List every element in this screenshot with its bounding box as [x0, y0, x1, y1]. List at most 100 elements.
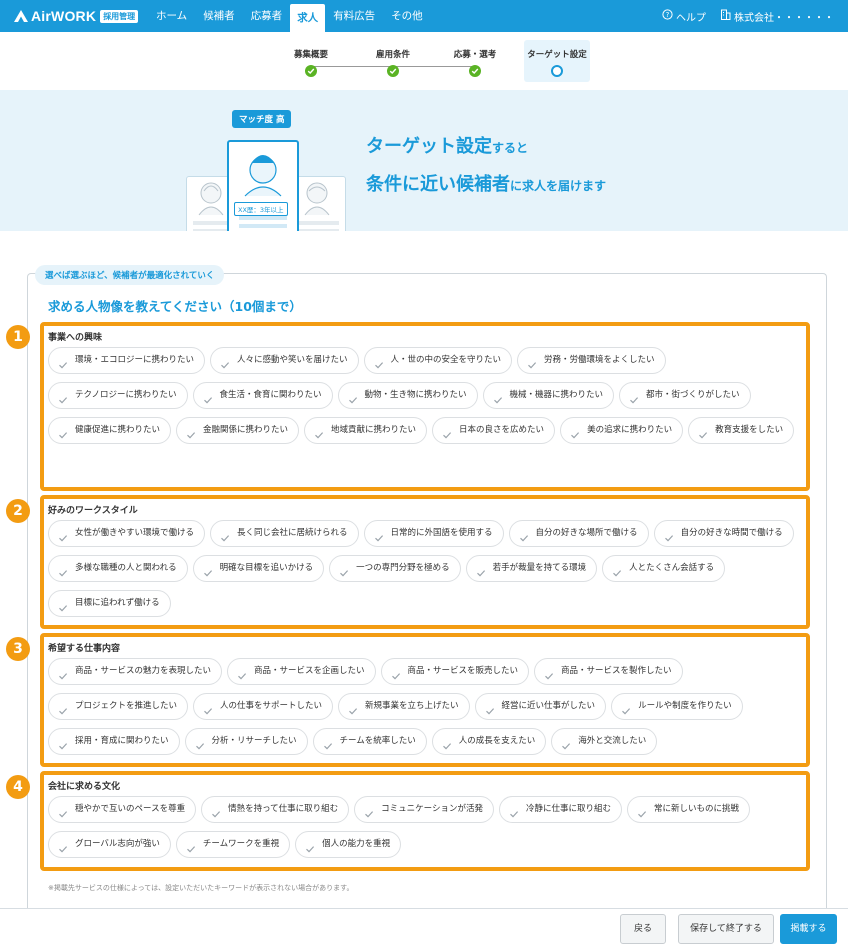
keyword-chip[interactable]: 穏やかで互いのペースを尊重	[48, 796, 197, 823]
keyword-chip[interactable]: 新規事業を立ち上げたい	[338, 693, 470, 720]
keyword-chip[interactable]: 金融関係に携わりたい	[176, 417, 300, 444]
nav-item-candidates[interactable]: 候補者	[195, 0, 243, 32]
keyword-chip[interactable]: 明確な目標を追いかける	[192, 555, 325, 582]
step-connector	[393, 66, 475, 67]
keyword-chip[interactable]: 自分の好きな時間で働ける	[653, 520, 794, 547]
keyword-chip[interactable]: グローバル志向が強い	[48, 831, 171, 858]
nav-item-applicants[interactable]: 応募者	[243, 0, 291, 32]
keyword-chip[interactable]: 健康促進に携わりたい	[48, 417, 172, 444]
keyword-chip[interactable]: 食生活・食育に関わりたい	[192, 382, 333, 409]
keyword-chip[interactable]: 採用・育成に関わりたい	[48, 728, 180, 755]
logo[interactable]: AirWORK 採用管理	[14, 8, 142, 24]
step-overview[interactable]: 募集概要	[270, 40, 393, 82]
keyword-chip[interactable]: 分析・リサーチしたい	[184, 728, 308, 755]
chip-label: 環境・エコロジーに携わりたい	[75, 355, 195, 365]
keyword-chip[interactable]: 人・世の中の安全を守りたい	[363, 347, 513, 374]
keyword-chip[interactable]: 環境・エコロジーに携わりたい	[48, 347, 206, 374]
match-badge: マッチ度 高	[232, 110, 292, 128]
chip-label: 労務・労働環境をよくしたい	[544, 355, 655, 365]
hero-line-1: ターゲット設定すると	[366, 136, 529, 157]
company-menu[interactable]: 株式会社・・・・・・	[720, 9, 834, 24]
chip-list: 環境・エコロジーに携わりたい 人々に感動や笑いを届けたい 人・世の中の安全を守りたい…	[48, 347, 804, 452]
check-icon	[203, 564, 213, 576]
keyword-chip[interactable]: 人の仕事をサポートしたい	[193, 693, 334, 720]
keyword-chip[interactable]: チームワークを重視	[175, 831, 291, 858]
nav-item-home[interactable]: ホーム	[148, 0, 195, 32]
keyword-chip[interactable]: 商品・サービスを販売したい	[380, 658, 530, 685]
keyword-chip[interactable]: 海外と交流したい	[551, 728, 658, 755]
check-icon	[58, 529, 68, 541]
nav-item-jobs[interactable]: 求人	[290, 4, 326, 32]
keyword-chip[interactable]: 動物・生き物に携わりたい	[337, 382, 478, 409]
keyword-chip[interactable]: 商品・サービスを製作したい	[534, 658, 683, 685]
keyword-chip[interactable]: 人の成長を支えたい	[431, 728, 547, 755]
keyword-chip[interactable]: 多様な職種の人と関われる	[48, 555, 188, 582]
chip-label: グローバル志向が強い	[75, 839, 160, 849]
check-icon	[186, 840, 196, 852]
chip-label: 目標に追われず働ける	[75, 598, 160, 608]
help-link[interactable]: ? ヘルプ	[662, 9, 706, 24]
hero-line-2: 条件に近い候補者に求人を届けます	[366, 174, 607, 195]
save-exit-button[interactable]: 保存して終了する	[678, 914, 774, 944]
current-step-icon	[551, 65, 563, 77]
back-button[interactable]: 戻る	[620, 914, 666, 944]
keyword-chip[interactable]: 都市・街づくりがしたい	[619, 382, 751, 409]
keyword-chip[interactable]: ルールや制度を作りたい	[611, 693, 743, 720]
keyword-chip[interactable]: 女性が働きやすい環境で働ける	[48, 520, 206, 547]
section-title: 好みのワークスタイル	[48, 506, 138, 516]
logo-badge: 採用管理	[100, 9, 139, 23]
step-label: ターゲット設定	[527, 50, 587, 60]
chip-label: 女性が働きやすい環境で働ける	[75, 528, 195, 538]
check-icon	[220, 529, 230, 541]
keyword-chip[interactable]: 常に新しいものに挑戦	[627, 796, 751, 823]
keyword-chip[interactable]: 地域貢献に携わりたい	[304, 417, 428, 444]
keyword-chip[interactable]: チームを統率したい	[312, 728, 427, 755]
step-target[interactable]: ターゲット設定	[524, 40, 590, 82]
keyword-chip[interactable]: 冷静に仕事に取り組む	[499, 796, 623, 823]
keyword-chip[interactable]: 目標に追われず働ける	[48, 590, 171, 617]
step-application[interactable]: 応募・選考	[434, 40, 516, 82]
keyword-chip[interactable]: 美の追求に携わりたい	[560, 417, 684, 444]
keyword-chip[interactable]: 経営に近い仕事がしたい	[474, 693, 607, 720]
chip-label: テクノロジーに携わりたい	[75, 390, 177, 400]
section-title: 希望する仕事内容	[48, 644, 121, 654]
step-employment[interactable]: 雇用条件	[352, 40, 475, 82]
nav-item-paid-ads[interactable]: 有料広告	[325, 0, 383, 32]
check-icon	[314, 426, 324, 438]
keyword-chip[interactable]: 日本の良さを広めたい	[432, 417, 556, 444]
company-name: 株式会社・・・・・・	[734, 12, 834, 24]
check-icon	[387, 65, 399, 77]
chip-label: 都市・街づくりがしたい	[646, 390, 740, 400]
keyword-chip[interactable]: コミュニケーションが活発	[354, 796, 494, 823]
keyword-chip[interactable]: 教育支援をしたい	[688, 417, 795, 444]
keyword-chip[interactable]: 日常的に外国語を使用する	[363, 520, 504, 547]
chip-list: 商品・サービスの魅力を表現したい 商品・サービスを企画したい 商品・サービスを販売し…	[48, 658, 804, 763]
keyword-chip[interactable]: テクノロジーに携わりたい	[48, 382, 188, 409]
check-icon	[485, 702, 495, 714]
check-icon	[323, 737, 333, 749]
keyword-chip[interactable]: 長く同じ会社に居続けられる	[210, 520, 359, 547]
keyword-chip[interactable]: 個人の能力を重視	[295, 831, 402, 858]
chip-label: 日常的に外国語を使用する	[390, 528, 493, 538]
person-icon	[239, 155, 287, 228]
logo-mark-icon	[14, 10, 28, 22]
keyword-chip[interactable]: プロジェクトを推進したい	[48, 693, 189, 720]
nav-item-other[interactable]: その他	[383, 0, 431, 32]
keyword-chip[interactable]: 商品・サービスの魅力を表現したい	[48, 658, 223, 685]
keyword-chip[interactable]: 若手が裁量を持てる環境	[465, 555, 598, 582]
keyword-chip[interactable]: 自分の好きな場所で働ける	[508, 520, 649, 547]
experience-tag: XX歴：3年以上	[234, 202, 288, 216]
keyword-chip[interactable]: 機械・機器に携わりたい	[482, 382, 615, 409]
progress-steps: 募集概要 雇用条件 応募・選考 ターゲット設定	[270, 40, 590, 82]
keyword-chip[interactable]: 商品・サービスを企画したい	[227, 658, 376, 685]
footnote: ※掲載先サービスの仕様によっては、設定いただいたキーワードが表示されない場合があ…	[48, 884, 354, 892]
publish-button[interactable]: 掲載する	[780, 914, 837, 944]
check-icon	[195, 737, 205, 749]
keyword-chip[interactable]: 人々に感動や笑いを届けたい	[210, 347, 359, 374]
keyword-chip[interactable]: 労務・労働環境をよくしたい	[517, 347, 666, 374]
step-connector	[311, 66, 393, 67]
footer-bar: 戻る 保存して終了する 掲載する	[0, 908, 848, 949]
keyword-chip[interactable]: 一つの専門分野を極める	[329, 555, 461, 582]
keyword-chip[interactable]: 人とたくさん会話する	[602, 555, 726, 582]
keyword-chip[interactable]: 情熱を持って仕事に取り組む	[201, 796, 350, 823]
